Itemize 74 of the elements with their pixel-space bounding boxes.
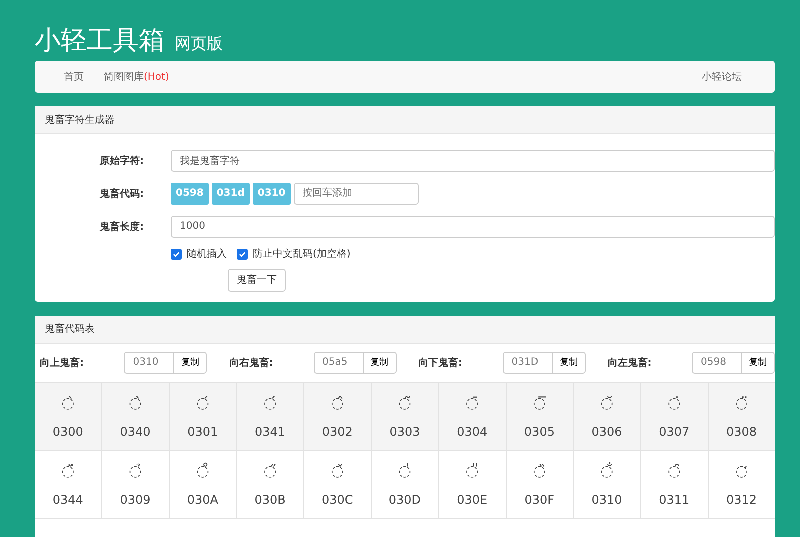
code-text: 0306 bbox=[592, 424, 622, 438]
direction-label: 向左鬼畜: bbox=[608, 356, 652, 370]
glyph-text: ◌̃ bbox=[398, 392, 412, 414]
code-field[interactable]: 05a5 bbox=[314, 352, 364, 374]
checkbox[interactable] bbox=[237, 248, 248, 260]
code-field[interactable]: 031D bbox=[502, 352, 553, 374]
code-text: 0303 bbox=[390, 424, 420, 438]
glyph-text: ◌̂ bbox=[331, 392, 344, 414]
glyph-text: ◌̏ bbox=[533, 460, 546, 482]
code-text: 030F bbox=[524, 492, 555, 506]
nav-link[interactable]: 首页 bbox=[64, 70, 84, 84]
checkbox-label: 防止中文乱码(加空格) bbox=[253, 248, 351, 261]
glyph-text: ◌̇ bbox=[668, 392, 681, 414]
panel-title: 鬼畜代码表 bbox=[45, 322, 95, 336]
glyph-text: ◌̍ bbox=[398, 460, 412, 482]
glyph-text: ◌̋ bbox=[264, 460, 277, 482]
direction-label: 向下鬼畜: bbox=[418, 356, 462, 370]
code-text: 0300 bbox=[52, 424, 84, 438]
checkbox[interactable] bbox=[171, 248, 182, 260]
checkbox-label: 随机插入 bbox=[187, 248, 227, 261]
code-text: 030D bbox=[388, 492, 422, 506]
glyph-text: ◌̌ bbox=[331, 460, 344, 482]
glyph-text: ◌̐ bbox=[600, 460, 614, 482]
glyph-text: ◌̀ bbox=[128, 392, 142, 414]
code-text: 0311 bbox=[659, 492, 690, 506]
glyph-text: ◌̈́ bbox=[62, 460, 75, 482]
code-text: 0302 bbox=[322, 424, 353, 438]
glyph-text: ◌̈ bbox=[735, 392, 748, 414]
copy-button[interactable]: 复制 bbox=[742, 352, 775, 374]
panel-title: 鬼畜字符生成器 bbox=[45, 114, 115, 126]
glyph-text: ◌̒ bbox=[735, 460, 748, 482]
code-text: 0340 bbox=[120, 424, 151, 438]
glyph-text: ◌̆ bbox=[600, 392, 614, 414]
glyph-text: ◌̉ bbox=[128, 460, 142, 482]
field-label: 原始字符: bbox=[99, 154, 145, 168]
direction-label: 向右鬼畜: bbox=[229, 356, 274, 370]
site-title: 小轻工具箱 bbox=[35, 25, 165, 58]
glyph-text: ◌̀ bbox=[62, 392, 75, 414]
tag-input-field[interactable]: 按回车添加 bbox=[294, 182, 419, 204]
text-field[interactable]: 我是鬼畜字符 bbox=[171, 150, 775, 172]
field-label: 鬼畜代码: bbox=[99, 187, 145, 200]
code-text: 0341 bbox=[254, 424, 286, 438]
code-text: 0304 bbox=[457, 424, 488, 438]
code-text: 030A bbox=[187, 492, 218, 506]
code-field[interactable]: 0310 bbox=[124, 352, 174, 374]
glyph-text: ◌́ bbox=[196, 392, 210, 414]
code-text: 030C bbox=[322, 492, 354, 506]
glyph-text: ◌̅ bbox=[533, 392, 546, 414]
site-subtitle: 网页版 bbox=[175, 33, 223, 55]
copy-button[interactable]: 复制 bbox=[364, 352, 396, 374]
code-field[interactable]: 0598 bbox=[692, 352, 742, 374]
nav-link[interactable]: 简图图库(Hot) bbox=[104, 70, 170, 84]
copy-button[interactable]: 复制 bbox=[552, 352, 586, 374]
glyph-text: ◌́ bbox=[264, 392, 277, 414]
code-text: 030B bbox=[254, 492, 286, 506]
copy-button[interactable]: 复制 bbox=[174, 352, 208, 374]
code-text: 0307 bbox=[659, 424, 690, 438]
code-text: 0312 bbox=[726, 492, 758, 506]
glyph-text: ◌̑ bbox=[668, 460, 681, 482]
direction-label: 向上鬼畜: bbox=[40, 356, 84, 370]
generate-button[interactable]: 鬼畜一下 bbox=[228, 268, 286, 292]
code-text: 0309 bbox=[120, 492, 151, 506]
text-field[interactable]: 1000 bbox=[171, 216, 775, 238]
code-text: 0308 bbox=[726, 424, 758, 438]
code-text: 0344 bbox=[52, 492, 84, 506]
nav-link[interactable]: 小轻论坛 bbox=[702, 70, 742, 84]
code-text: 0310 bbox=[592, 492, 622, 506]
glyph-text: ◌̊ bbox=[196, 460, 210, 482]
code-text: 0305 bbox=[524, 424, 555, 438]
field-label: 鬼畜长度: bbox=[99, 220, 145, 234]
glyph-text: ◌̄ bbox=[466, 392, 479, 414]
code-text: 0301 bbox=[188, 424, 218, 438]
glyph-text: ◌̎ bbox=[466, 460, 479, 482]
code-text: 030E bbox=[457, 492, 488, 506]
